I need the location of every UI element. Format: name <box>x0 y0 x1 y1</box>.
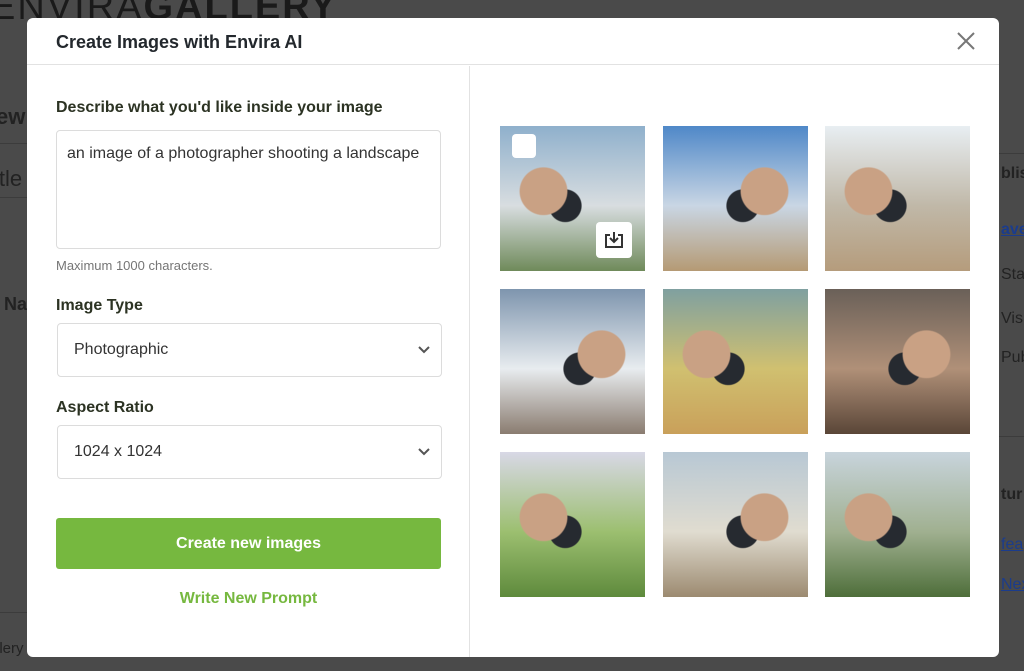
prompt-label: Describe what you'd like inside your ima… <box>56 99 383 116</box>
create-new-images-button[interactable]: Create new images <box>56 518 441 569</box>
generated-image[interactable] <box>662 452 808 597</box>
generated-image[interactable] <box>500 289 645 434</box>
write-new-prompt-link[interactable]: Write New Prompt <box>56 590 441 608</box>
image-type-select[interactable]: Photographic <box>57 323 442 377</box>
bg-link: Nex <box>1001 576 1024 593</box>
bg-text: Pub <box>1001 349 1024 366</box>
bg-text: Na <box>4 294 28 314</box>
generated-image[interactable] <box>500 452 645 597</box>
generated-image[interactable] <box>662 126 808 271</box>
generated-image[interactable] <box>825 126 970 271</box>
prompt-panel: Describe what you'd like inside your ima… <box>27 66 470 657</box>
chevron-down-icon <box>418 448 430 456</box>
generated-image[interactable] <box>662 289 808 434</box>
image-type-value: Photographic <box>74 341 169 358</box>
chevron-down-icon <box>418 346 430 354</box>
aspect-ratio-value: 1024 x 1024 <box>74 443 163 460</box>
create-images-modal: Create Images with Envira AI Describe wh… <box>27 18 999 657</box>
bg-link: fea <box>1001 536 1024 553</box>
bg-text: Sta <box>1001 266 1024 283</box>
bg-text: ew <box>0 104 26 129</box>
aspect-ratio-select[interactable]: 1024 x 1024 <box>57 425 442 479</box>
bg-text: llery <box>0 640 24 657</box>
download-icon <box>605 232 623 248</box>
select-checkbox[interactable] <box>512 134 536 158</box>
image-type-label: Image Type <box>56 297 143 314</box>
prompt-hint: Maximum 1000 characters. <box>56 258 213 273</box>
bg-text: Vis <box>1001 310 1023 327</box>
bg-text: blish <box>1001 165 1024 182</box>
aspect-ratio-label: Aspect Ratio <box>56 399 154 416</box>
bg-text: itle <box>0 166 23 191</box>
modal-title: Create Images with Envira AI <box>56 32 303 52</box>
generated-image[interactable] <box>825 289 970 434</box>
generated-image[interactable] <box>500 126 645 271</box>
modal-header: Create Images with Envira AI <box>27 18 999 65</box>
download-button[interactable] <box>596 222 632 258</box>
bg-link: ave <box>1001 221 1024 238</box>
close-icon[interactable] <box>955 30 977 52</box>
prompt-input[interactable]: an image of a photographer shooting a la… <box>56 130 441 249</box>
generated-image[interactable] <box>825 452 970 597</box>
bg-text: tur <box>1001 486 1023 503</box>
